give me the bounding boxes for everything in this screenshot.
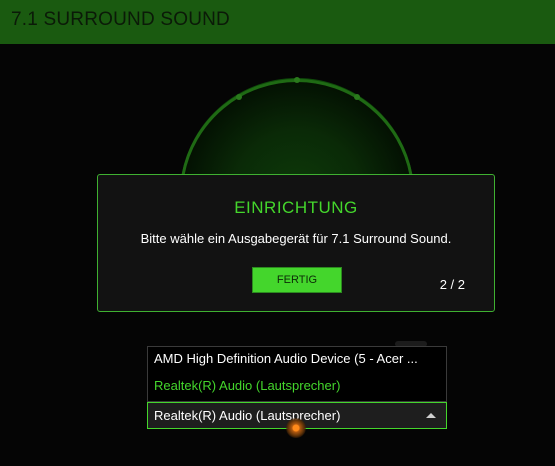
caret-up-icon xyxy=(426,413,436,418)
dial-dot-left xyxy=(236,94,242,100)
dialog-heading: EINRICHTUNG xyxy=(234,198,358,217)
dial-dot-right xyxy=(354,94,360,100)
setup-dialog: EINRICHTUNG Bitte wähle ein Ausgabegerät… xyxy=(97,174,495,312)
dial-dot-top xyxy=(294,77,300,83)
orange-knob-icon[interactable] xyxy=(286,418,306,438)
step-indicator: 2 / 2 xyxy=(439,277,465,292)
device-dropdown-list: AMD High Definition Audio Device (5 - Ac… xyxy=(147,346,447,402)
device-option-amd[interactable]: AMD High Definition Audio Device (5 - Ac… xyxy=(154,351,440,371)
device-option-realtek[interactable]: Realtek(R) Audio (Lautsprecher) xyxy=(154,378,440,398)
device-select-value: Realtek(R) Audio (Lautsprecher) xyxy=(154,408,341,423)
dialog-message: Bitte wähle ein Ausgabegerät für 7.1 Sur… xyxy=(140,231,452,246)
done-button[interactable]: FERTIG xyxy=(252,267,342,293)
